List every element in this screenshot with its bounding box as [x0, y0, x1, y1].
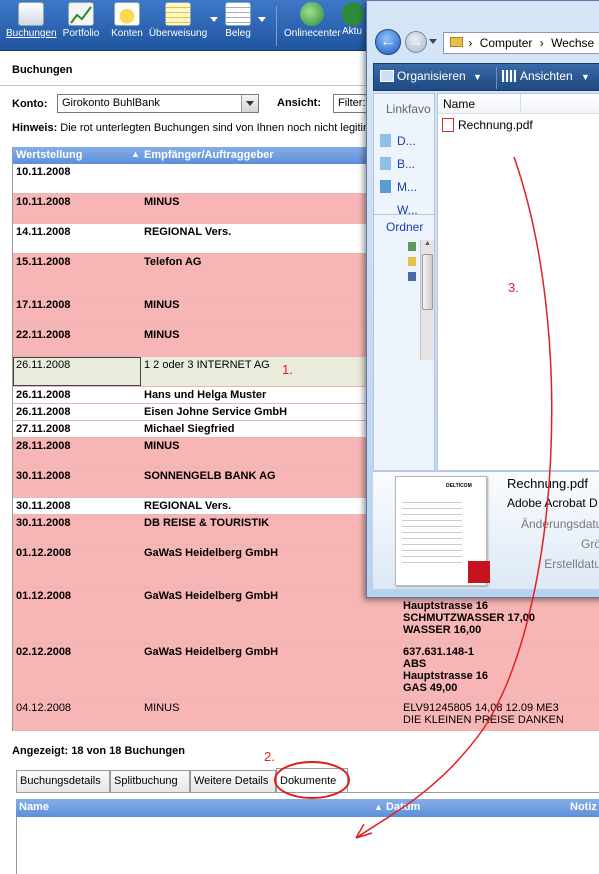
annotation-circle-dokumente — [274, 761, 350, 799]
annotation-drag-arrow — [355, 156, 553, 839]
annotation-overlay — [274, 156, 553, 839]
